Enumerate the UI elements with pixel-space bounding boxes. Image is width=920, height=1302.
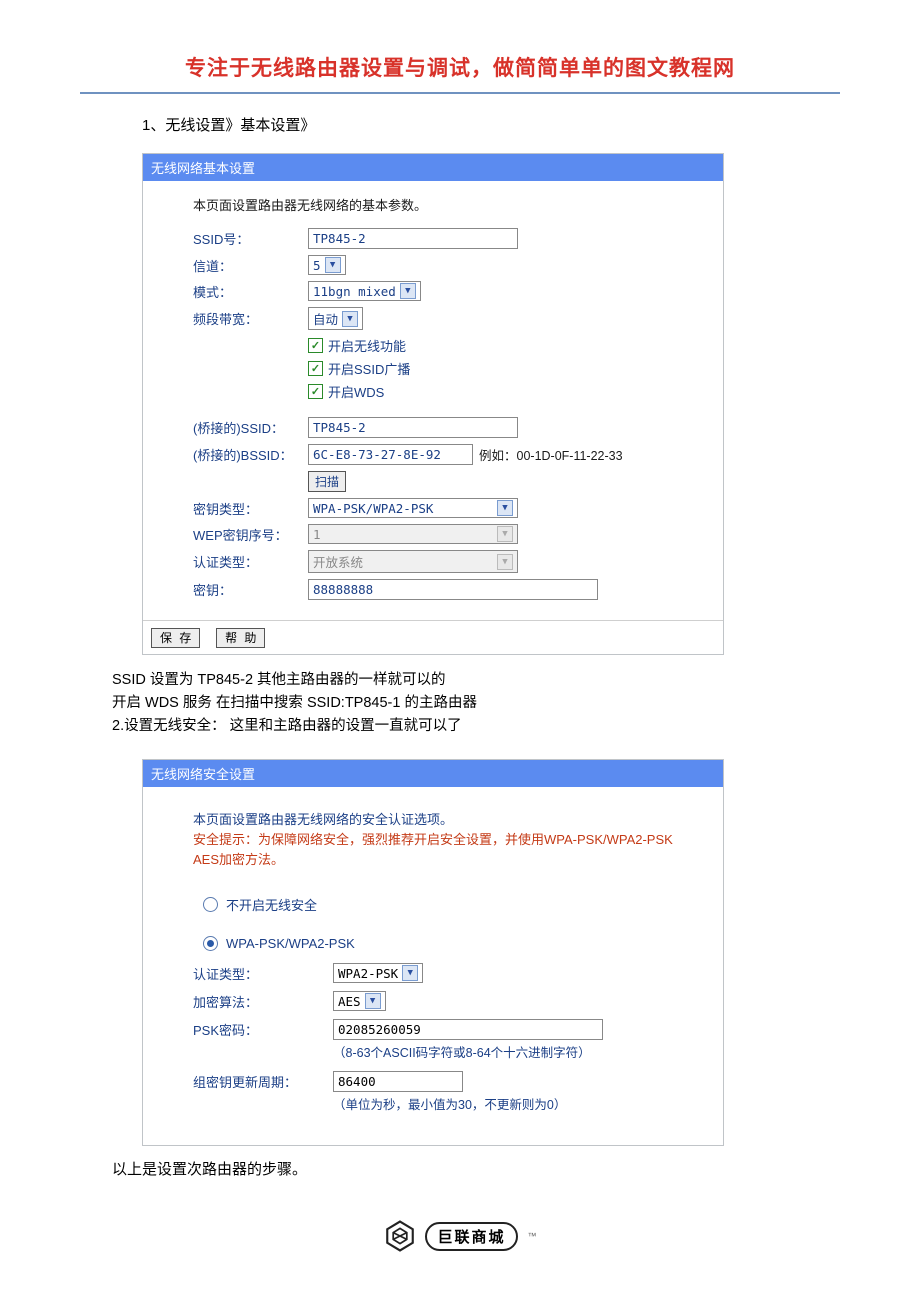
- mode-label: 模式：: [193, 282, 308, 301]
- bridge-ssid-input[interactable]: TP845-2: [308, 417, 518, 438]
- mode-value: 11bgn mixed: [313, 284, 396, 299]
- step-1-text: 1、无线设置》基本设置》: [142, 114, 840, 135]
- disable-security-label: 不开启无线安全: [226, 895, 317, 914]
- psk-label: PSK密码：: [193, 1020, 333, 1039]
- bandwidth-label: 频段带宽：: [193, 309, 308, 328]
- chevron-down-icon: ▼: [497, 526, 513, 542]
- ssid-label: SSID号：: [193, 229, 308, 248]
- authtype-select: 开放系统 ▼: [308, 550, 518, 573]
- chevron-down-icon: ▼: [402, 965, 418, 981]
- enable-wireless-checkbox[interactable]: ✓: [308, 338, 323, 353]
- bandwidth-value: 自动: [313, 309, 338, 328]
- trademark-icon: ™: [528, 1231, 537, 1241]
- chevron-down-icon: ▼: [497, 554, 513, 570]
- scan-button[interactable]: 扫描: [308, 471, 346, 492]
- explain-line-3: 2.设置无线安全： 这里和主路由器的设置一直就可以了: [112, 715, 840, 738]
- explain-line-2: 开启 WDS 服务 在扫描中搜索 SSID:TP845-1 的主路由器: [112, 692, 840, 715]
- keytype-value: WPA-PSK/WPA2-PSK: [313, 501, 433, 516]
- wepidx-select: 1 ▼: [308, 524, 518, 544]
- sec-auth-value: WPA2-PSK: [338, 966, 398, 981]
- explain-line-1: SSID 设置为 TP845-2 其他主路由器的一样就可以的: [112, 669, 840, 692]
- sec-enc-value: AES: [338, 994, 361, 1009]
- brand-logo: 巨联商城 ™: [80, 1219, 840, 1256]
- channel-select[interactable]: 5 ▼: [308, 255, 346, 275]
- channel-label: 信道：: [193, 256, 308, 275]
- sec-auth-select[interactable]: WPA2-PSK ▼: [333, 963, 423, 983]
- bridge-ssid-label: (桥接的)SSID：: [193, 418, 308, 437]
- brand-name: 巨联商城: [425, 1222, 517, 1251]
- panel2-desc2: 安全提示：为保障网络安全，强烈推荐开启安全设置，并使用WPA-PSK/WPA2-…: [193, 830, 699, 872]
- panel1-desc: 本页面设置路由器无线网络的基本参数。: [193, 195, 705, 214]
- panel1-header: 无线网络基本设置: [143, 154, 723, 181]
- disable-security-radio[interactable]: [203, 897, 218, 912]
- ssid-input[interactable]: TP845-2: [308, 228, 518, 249]
- sec-enc-label: 加密算法：: [193, 992, 333, 1011]
- authtype-value: 开放系统: [313, 552, 363, 571]
- panel2-desc1: 本页面设置路由器无线网络的安全认证选项。: [193, 809, 699, 828]
- enable-ssid-broadcast-label: 开启SSID广播: [328, 359, 410, 378]
- mode-select[interactable]: 11bgn mixed ▼: [308, 281, 421, 301]
- wireless-basic-panel: 无线网络基本设置 本页面设置路由器无线网络的基本参数。 SSID号： TP845…: [142, 153, 724, 655]
- wpa-psk-label: WPA-PSK/WPA2-PSK: [226, 936, 355, 951]
- panel2-header: 无线网络安全设置: [143, 760, 723, 787]
- channel-value: 5: [313, 258, 321, 273]
- page-title: 专注于无线路由器设置与调试，做简简单单的图文教程网: [80, 40, 840, 94]
- bridge-bssid-hint: 例如：00-1D-0F-11-22-33: [479, 445, 623, 464]
- enable-ssid-broadcast-checkbox[interactable]: ✓: [308, 361, 323, 376]
- groupkey-label: 组密钥更新周期：: [193, 1072, 333, 1091]
- chevron-down-icon: ▼: [400, 283, 416, 299]
- help-button[interactable]: 帮 助: [216, 628, 265, 648]
- sec-auth-label: 认证类型：: [193, 964, 333, 983]
- keytype-label: 密钥类型：: [193, 499, 308, 518]
- enable-wds-label: 开启WDS: [328, 382, 384, 401]
- bandwidth-select[interactable]: 自动 ▼: [308, 307, 363, 330]
- chevron-down-icon: ▼: [342, 311, 358, 327]
- wireless-security-panel: 无线网络安全设置 本页面设置路由器无线网络的安全认证选项。 安全提示：为保障网络…: [142, 759, 724, 1147]
- bridge-bssid-input[interactable]: 6C-E8-73-27-8E-92: [308, 444, 473, 465]
- hex-logo-icon: [383, 1219, 417, 1253]
- sec-enc-select[interactable]: AES ▼: [333, 991, 386, 1011]
- chevron-down-icon: ▼: [497, 500, 513, 516]
- groupkey-hint: （单位为秒，最小值为30，不更新则为0）: [333, 1094, 699, 1113]
- keytype-select[interactable]: WPA-PSK/WPA2-PSK ▼: [308, 498, 518, 518]
- bridge-bssid-label: (桥接的)BSSID：: [193, 445, 308, 464]
- chevron-down-icon: ▼: [365, 993, 381, 1009]
- authtype-label: 认证类型：: [193, 552, 308, 571]
- enable-wds-checkbox[interactable]: ✓: [308, 384, 323, 399]
- groupkey-input[interactable]: 86400: [333, 1071, 463, 1092]
- key-label: 密钥：: [193, 580, 308, 599]
- save-button[interactable]: 保 存: [151, 628, 200, 648]
- chevron-down-icon: ▼: [325, 257, 341, 273]
- wepidx-value: 1: [313, 527, 321, 542]
- key-input[interactable]: 88888888: [308, 579, 598, 600]
- footer-text: 以上是设置次路由器的步骤。: [112, 1158, 840, 1179]
- wpa-psk-radio[interactable]: [203, 936, 218, 951]
- wepidx-label: WEP密钥序号：: [193, 525, 308, 544]
- enable-wireless-label: 开启无线功能: [328, 336, 406, 355]
- psk-input[interactable]: 02085260059: [333, 1019, 603, 1040]
- psk-hint: （8-63个ASCII码字符或8-64个十六进制字符）: [333, 1042, 699, 1061]
